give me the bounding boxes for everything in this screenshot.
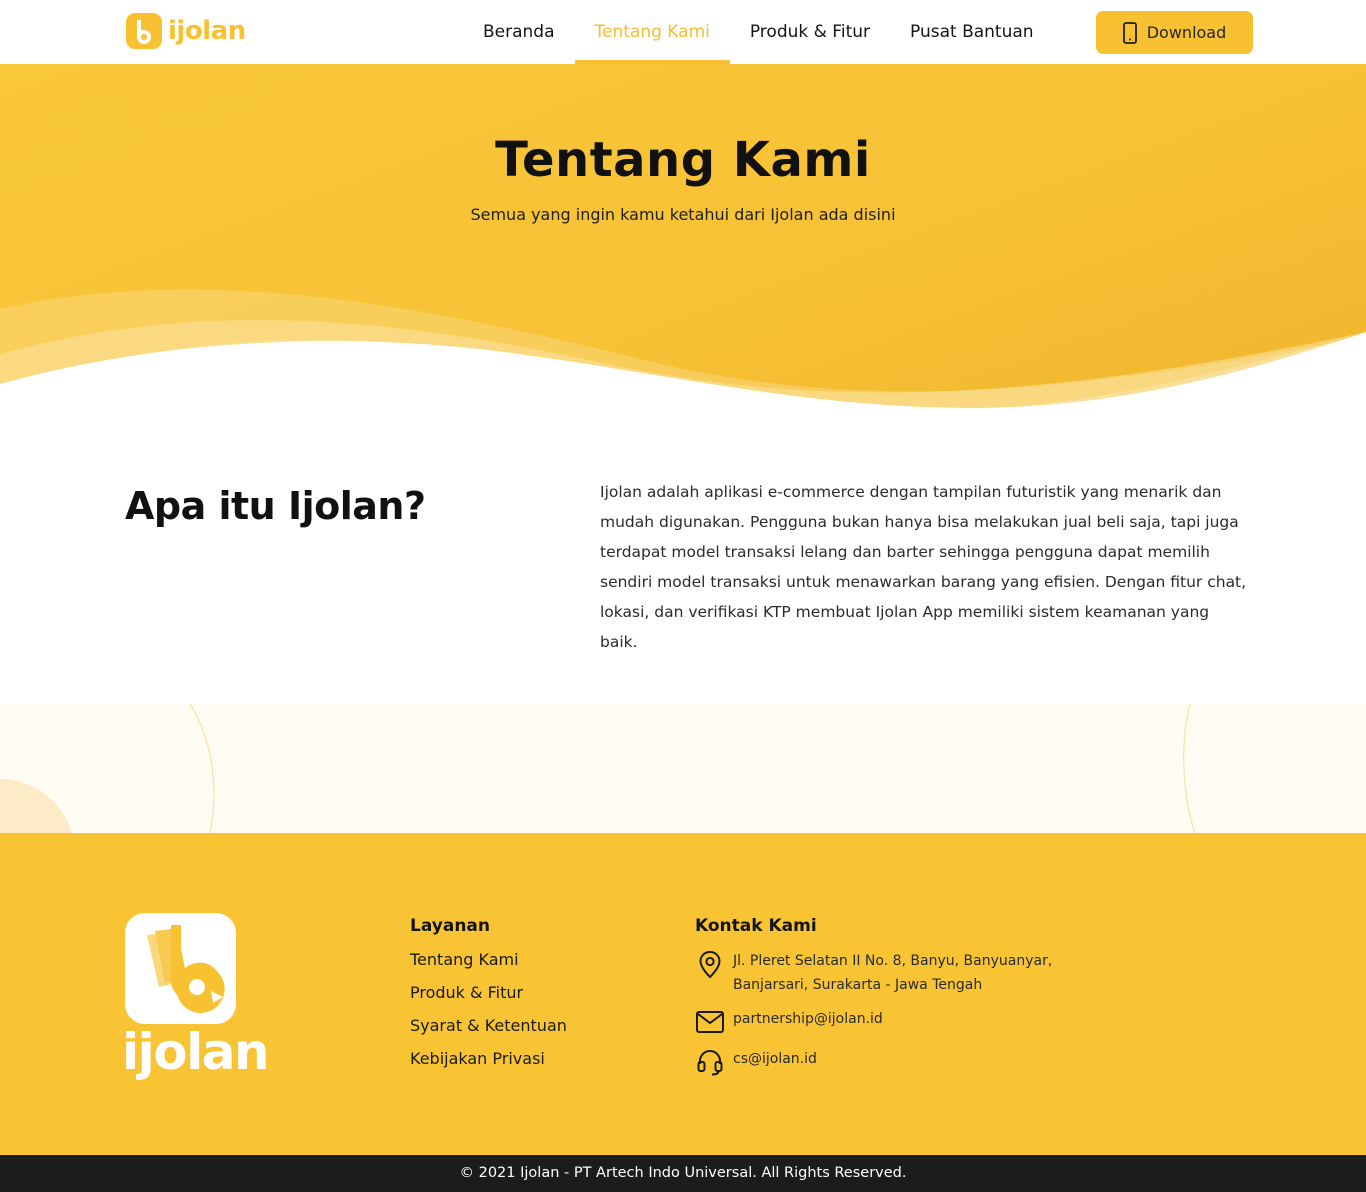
main-nav: Beranda Tentang Kami Produk & Fitur Pusa… [463,0,1054,64]
band-shapes [0,704,1196,833]
download-button-label: Download [1146,23,1227,42]
nav-item-beranda[interactable]: Beranda [463,0,575,64]
smartphone-icon [1122,21,1137,44]
nav-item-pusat-bantuan[interactable]: Pusat Bantuan [890,0,1054,64]
footer-wordmark: ijolan [122,1023,270,1081]
footer-link-tentang-kami[interactable]: Tentang Kami [410,950,519,969]
download-button[interactable]: Download [1096,11,1253,54]
decorative-band [0,704,1366,833]
mail-icon [695,1007,725,1037]
logo-mark-icon [126,13,162,49]
footer-link-syarat-ketentuan[interactable]: Syarat & Ketentuan [410,1016,567,1035]
nav-item-tentang-kami[interactable]: Tentang Kami [574,0,731,64]
footer-link-kebijakan-privasi[interactable]: Kebijakan Privasi [410,1049,545,1068]
logo-wordmark: ijolan [168,16,246,46]
hero-wave-decoration [0,289,1366,444]
site-header: ijolan Beranda Tentang Kami Produk & Fit… [0,0,1366,64]
about-description: Ijolan adalah aplikasi e-commerce dengan… [600,483,1247,651]
contact-address-text: Jl. Pleret Selatan II No. 8, Banyu, Bany… [733,953,1053,993]
location-pin-icon [695,949,725,979]
contact-heading: Kontak Kami [695,916,817,936]
footer-link-produk-fitur[interactable]: Produk & Fitur [410,983,523,1002]
site-footer: ijolan Layanan Tentang Kami Produk & Fit… [0,833,1366,1155]
services-heading: Layanan [410,916,491,936]
nav-item-produk-fitur[interactable]: Produk & Fitur [730,0,890,64]
contact-address: Jl. Pleret Selatan II No. 8, Banyu, Bany… [695,949,1053,997]
about-heading: Apa itu Ijolan? [125,484,426,528]
headset-icon [695,1047,725,1077]
contact-email[interactable]: partnership@ijolan.id [695,1007,883,1037]
copyright-bar: © 2021 Ijolan - PT Artech Indo Universal… [0,1155,1366,1192]
logo-link[interactable]: ijolan [126,13,246,49]
contact-email-text[interactable]: partnership@ijolan.id [733,1007,883,1031]
contact-support[interactable]: cs@ijolan.id [695,1047,817,1077]
hero-banner: Tentang Kami Semua yang ingin kamu ketah… [0,64,1366,444]
contact-support-text[interactable]: cs@ijolan.id [733,1047,817,1071]
